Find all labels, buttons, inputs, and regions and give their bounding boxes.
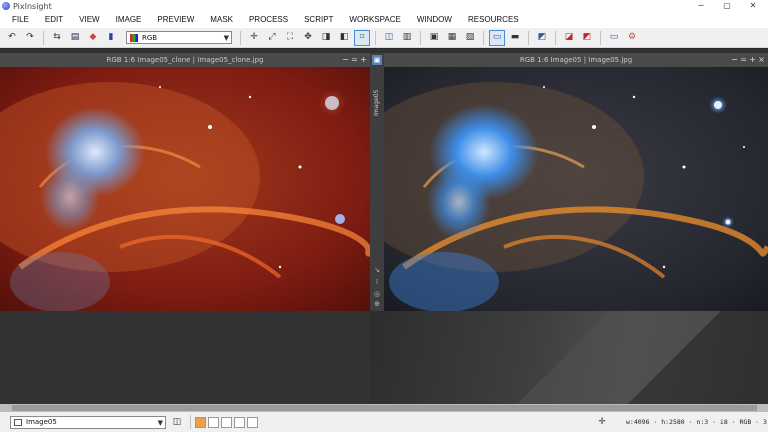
- menu-workspace[interactable]: WORKSPACE: [341, 12, 408, 28]
- window-buttons: − = + ×: [730, 53, 766, 67]
- pan-icon[interactable]: ✥: [301, 31, 315, 45]
- toolbar-divider: [483, 30, 484, 45]
- view-window-icon: [14, 418, 22, 426]
- display-settings-icon[interactable]: ⚙: [625, 31, 639, 45]
- view-new-icon[interactable]: ▣: [427, 31, 441, 45]
- toolbar-divider: [528, 30, 529, 45]
- color-icon[interactable]: ◆: [86, 31, 100, 45]
- minimize-icon[interactable]: −: [730, 53, 739, 67]
- link-icon[interactable]: ⁞: [372, 277, 382, 287]
- view-selector-strip: ▣ Image05 ↘ ⁞ ◎ ⊕: [370, 53, 384, 311]
- stf-link-icon[interactable]: ◩: [580, 31, 594, 45]
- shade-icon[interactable]: =: [350, 53, 359, 67]
- maximize-icon[interactable]: +: [748, 53, 757, 67]
- drag-handle-icon[interactable]: ↘: [372, 265, 382, 275]
- readout-icon[interactable]: ◨: [319, 31, 333, 45]
- zoom-full-icon[interactable]: ⛶: [283, 31, 297, 45]
- menu-image[interactable]: IMAGE: [108, 12, 150, 28]
- mask-mode-icon[interactable]: [195, 416, 206, 428]
- mask-mode-icon[interactable]: [208, 416, 219, 428]
- crosshair-icon[interactable]: ✛: [247, 31, 261, 45]
- chevron-down-icon: ▼: [157, 418, 163, 427]
- status-bar: Image05 ▼ ◫ ✛ w:4096 · h:2580 · n:3 · i8…: [0, 412, 768, 432]
- mask-icon[interactable]: ◧: [337, 31, 351, 45]
- close-icon[interactable]: ×: [757, 53, 766, 67]
- mask-mode-icon[interactable]: [234, 416, 245, 428]
- menu-resources[interactable]: RESOURCES: [460, 12, 527, 28]
- menu-mask[interactable]: MASK: [202, 12, 241, 28]
- crop-icon[interactable]: ⌗: [354, 29, 370, 46]
- workspace: RGB 1:6 Image05_clone | Image05_clone.jp…: [0, 49, 768, 411]
- toolbar-divider: [375, 30, 376, 45]
- image-window-original[interactable]: RGB 1:6 Image05 | Image05.jpg − = + ×: [384, 53, 768, 311]
- chevron-down-icon: ▼: [223, 34, 229, 42]
- window-title: RGB 1:6 Image05_clone | Image05_clone.jp…: [0, 53, 370, 67]
- color-space-value: RGB: [142, 33, 158, 42]
- menu-script[interactable]: SCRIPT: [296, 12, 341, 28]
- mask-mode-icon[interactable]: [221, 416, 232, 428]
- main-toolbar: ↶ ↷ ⇆ ▤ ◆ ▮ RGB ▼ ✛ ⤢ ⛶ ✥ ◨ ◧ ⌗ ◫ ▥ ▣ ▦ …: [0, 28, 768, 48]
- minimize-icon[interactable]: −: [341, 53, 350, 67]
- view-tab-icon[interactable]: ▣: [372, 55, 382, 65]
- view-explorer-icon[interactable]: ◫: [170, 415, 184, 429]
- menu-edit[interactable]: EDIT: [37, 12, 71, 28]
- reset-icon[interactable]: ⇆: [50, 31, 64, 45]
- mask-mode-icon[interactable]: [247, 416, 258, 428]
- nebula-image-red[interactable]: [0, 67, 370, 311]
- maximize-icon[interactable]: +: [359, 53, 368, 67]
- stf-icon[interactable]: ◩: [535, 31, 549, 45]
- window-buttons: − = +: [341, 53, 368, 67]
- display-icon[interactable]: ▭: [607, 31, 621, 45]
- undo-icon[interactable]: ↶: [5, 31, 19, 45]
- redo-icon[interactable]: ↷: [23, 31, 37, 45]
- title-bar: PixInsight ─ ▢ ✕: [0, 0, 768, 12]
- channel-icon[interactable]: ▮: [104, 31, 118, 45]
- menu-file[interactable]: FILE: [4, 12, 37, 28]
- pixinsight-app: PixInsight ─ ▢ ✕ FILE EDIT VIEW IMAGE PR…: [0, 0, 768, 432]
- view-preview-icon[interactable]: ▧: [463, 31, 477, 45]
- shade-icon[interactable]: =: [739, 53, 748, 67]
- menu-window[interactable]: WINDOW: [409, 12, 460, 28]
- workspace-background-pattern: [500, 311, 768, 411]
- toolbar-divider: [240, 30, 241, 45]
- panel-left-icon[interactable]: ◫: [382, 31, 396, 45]
- menu-preview[interactable]: PREVIEW: [149, 12, 202, 28]
- rgb-swatch-icon: [130, 33, 138, 42]
- menu-view[interactable]: VIEW: [71, 12, 107, 28]
- app-title: PixInsight: [13, 1, 52, 11]
- toolbar-divider: [555, 30, 556, 45]
- toolbar-divider: [420, 30, 421, 45]
- image-window-clone[interactable]: RGB 1:6 Image05_clone | Image05_clone.jp…: [0, 53, 370, 311]
- view-select[interactable]: Image05 ▼: [10, 415, 166, 429]
- status-divider: [190, 415, 191, 429]
- toolbar-divider: [600, 30, 601, 45]
- screen-icon[interactable]: ▬: [508, 31, 522, 45]
- nebula-image-hoo[interactable]: [384, 67, 768, 311]
- monitor-icon[interactable]: ▭: [489, 29, 505, 46]
- toolbar-divider: [43, 30, 44, 45]
- menu-bar: FILE EDIT VIEW IMAGE PREVIEW MASK PROCES…: [0, 12, 768, 28]
- color-space-select[interactable]: RGB ▼: [126, 31, 232, 44]
- settings-icon[interactable]: ⊕: [372, 299, 382, 309]
- stf-reset-icon[interactable]: ◪: [562, 31, 576, 45]
- view-clone-icon[interactable]: ▦: [445, 31, 459, 45]
- panel-split-icon[interactable]: ▥: [400, 31, 414, 45]
- window-title: RGB 1:6 Image05 | Image05.jpg: [384, 53, 768, 67]
- view-select-value: Image05: [26, 418, 57, 426]
- image-info: w:4096 · h:2580 · n:3 · i8 · RGB · 3: [626, 418, 767, 426]
- close-button[interactable]: ✕: [742, 0, 764, 12]
- menu-process[interactable]: PROCESS: [241, 12, 296, 28]
- invert-icon[interactable]: ▤: [68, 31, 82, 45]
- workspace-scrollbar[interactable]: [0, 404, 768, 412]
- view-tab-label[interactable]: Image05: [372, 83, 382, 123]
- maximize-button[interactable]: ▢: [716, 0, 738, 12]
- minimize-button[interactable]: ─: [690, 0, 712, 12]
- crosshair-icon[interactable]: ✛: [595, 415, 609, 429]
- scrollbar-thumb[interactable]: [12, 405, 757, 411]
- zoom-fit-icon[interactable]: ⤢: [265, 31, 279, 45]
- app-logo-icon: [2, 2, 10, 10]
- target-icon[interactable]: ◎: [372, 289, 382, 299]
